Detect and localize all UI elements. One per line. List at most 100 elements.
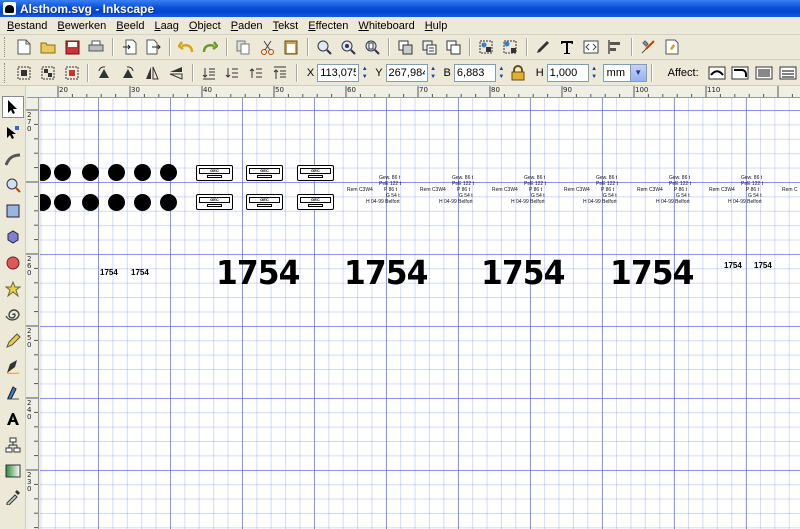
gec-alsthom-plate[interactable]: GEC ALSTHOM [246,194,283,210]
y-spinbox[interactable]: ▲▼ [385,63,438,82]
align-distribute-button[interactable] [605,37,625,57]
width-spin-arrows[interactable]: ▲ ▼ [497,64,506,82]
gec-alsthom-plate[interactable]: GEC ALSTHOM [297,165,334,181]
gec-alsthom-plate[interactable]: GEC ALSTHOM [246,165,283,181]
gradient-tool[interactable] [2,460,24,482]
lock-ratio-button[interactable] [508,63,528,83]
spin-up-icon[interactable]: ▲ [591,65,597,73]
print-button[interactable] [86,37,106,57]
zoom-drawing-button[interactable] [338,37,358,57]
cut-button[interactable] [257,37,277,57]
rotate-ccw-button[interactable] [94,63,114,83]
rivet-dot[interactable] [54,194,71,211]
spin-down-icon[interactable]: ▼ [362,73,368,81]
zoom-tool[interactable] [2,174,24,196]
gec-alsthom-plate[interactable]: GEC ALSTHOM [196,165,233,181]
node-tool[interactable] [2,122,24,144]
x-spin-arrows[interactable]: ▲ ▼ [360,64,369,82]
drawing-canvas[interactable]: GEC ALSTHOM GEC ALSTHOM GEC ALSTHOM GEC … [40,98,800,529]
open-button[interactable] [38,37,58,57]
rivet-dot[interactable] [108,164,125,181]
width-spinbox[interactable]: ▲▼ [453,63,506,82]
y-spin-arrows[interactable]: ▲ ▼ [429,64,438,82]
lower-to-bottom-button[interactable] [199,63,219,83]
connector-tool[interactable] [2,434,24,456]
xml-editor-button[interactable] [581,37,601,57]
spin-down-icon[interactable]: ▼ [498,73,504,81]
unlink-clone-button[interactable] [443,37,463,57]
menu-object[interactable]: Object [184,17,226,35]
gec-alsthom-plate[interactable]: GEC ALSTHOM [196,194,233,210]
number-1754-large[interactable]: 1754 [344,253,428,292]
weight-label-block[interactable]: Gew. 86 t PeE 122 t Rem C3W4 P 86 t G 54… [637,175,713,207]
number-1754-small[interactable]: 1754 [100,268,118,277]
chevron-down-icon[interactable]: ▼ [629,64,646,81]
selector-tool[interactable] [2,96,24,118]
rotate-cw-button[interactable] [118,63,138,83]
star-tool[interactable] [2,278,24,300]
affect-patterns-button[interactable] [778,63,798,83]
group-button[interactable] [476,37,496,57]
spin-down-icon[interactable]: ▼ [591,73,597,81]
document-properties-button[interactable] [662,37,682,57]
undo-button[interactable] [176,37,196,57]
rivet-dot[interactable] [160,164,177,181]
text-font-button[interactable] [557,37,577,57]
raise-button[interactable] [246,63,266,83]
menu-whiteboard[interactable]: Whiteboard [353,17,419,35]
weight-label-block-cut[interactable]: Rem C [782,175,800,207]
deselect-button[interactable] [62,63,82,83]
rivet-dot[interactable] [160,194,177,211]
ellipse-tool[interactable] [2,252,24,274]
spin-up-icon[interactable]: ▲ [498,65,504,73]
import-button[interactable] [119,37,139,57]
new-document-button[interactable] [14,37,34,57]
weight-label-block[interactable]: Gew. 86 t PeE 122 t Rem C3W4 P 86 t G 54… [347,175,423,207]
spin-up-icon[interactable]: ▲ [430,65,436,73]
x-spinbox[interactable]: ▲▼ [317,63,369,82]
affect-stroke-width-button[interactable] [707,63,727,83]
clone-button[interactable] [419,37,439,57]
width-input[interactable] [453,63,496,82]
number-1754-large[interactable]: 1754 [216,253,300,292]
raise-to-top-button[interactable] [270,63,290,83]
menu-effecten[interactable]: Effecten [303,17,353,35]
rectangle-tool[interactable] [2,200,24,222]
lower-button[interactable] [222,63,242,83]
zoom-selection-button[interactable] [314,37,334,57]
weight-label-block[interactable]: Gew. 86 t PeE 122 t Rem C3W4 P 86 t G 54… [492,175,568,207]
select-all-button[interactable] [14,63,34,83]
text-tool[interactable] [2,408,24,430]
flip-vertical-button[interactable] [166,63,186,83]
weight-label-block[interactable]: Gew. 86 t PeE 122 t Rem C3W4 P 86 t G 54… [420,175,496,207]
vertical-ruler[interactable]: 270 260 250 240 230 [26,98,39,529]
toolbar-grip[interactable] [4,62,8,83]
affect-gradients-button[interactable] [754,63,774,83]
number-1754-large[interactable]: 1754 [481,253,565,292]
rivet-dot[interactable] [134,194,151,211]
horizontal-ruler[interactable]: 20 30 40 50 60 70 80 90 100 110 [27,86,800,98]
spin-up-icon[interactable]: ▲ [362,65,368,73]
paste-button[interactable] [281,37,301,57]
affect-corners-button[interactable] [730,63,750,83]
tweak-tool[interactable] [2,148,24,170]
x-input[interactable] [317,63,360,82]
number-1754-small[interactable]: 1754 [754,261,772,270]
3d-box-tool[interactable] [2,226,24,248]
menu-bewerken[interactable]: Bewerken [52,17,111,35]
weight-label-block[interactable]: Gew. 86 t PeE 122 t Rem C3W4 P 86 t G 54… [564,175,640,207]
zoom-page-button[interactable] [362,37,382,57]
menu-hulp[interactable]: Hulp [420,17,453,35]
menu-tekst[interactable]: Tekst [268,17,304,35]
height-spinbox[interactable]: ▲▼ [546,63,599,82]
gec-alsthom-plate[interactable]: GEC ALSTHOM [297,194,334,210]
rivet-dot[interactable] [108,194,125,211]
rivet-dot[interactable] [82,194,99,211]
duplicate-button[interactable] [395,37,415,57]
spiral-tool[interactable] [2,304,24,326]
y-input[interactable] [385,63,428,82]
menu-bestand[interactable]: Bestand [2,17,52,35]
menu-laag[interactable]: Laag [149,17,183,35]
pen-tool[interactable] [2,356,24,378]
weight-label-block[interactable]: Gew. 86 t PeE 122 t Rem C3W4 P 86 t G 54… [709,175,785,207]
